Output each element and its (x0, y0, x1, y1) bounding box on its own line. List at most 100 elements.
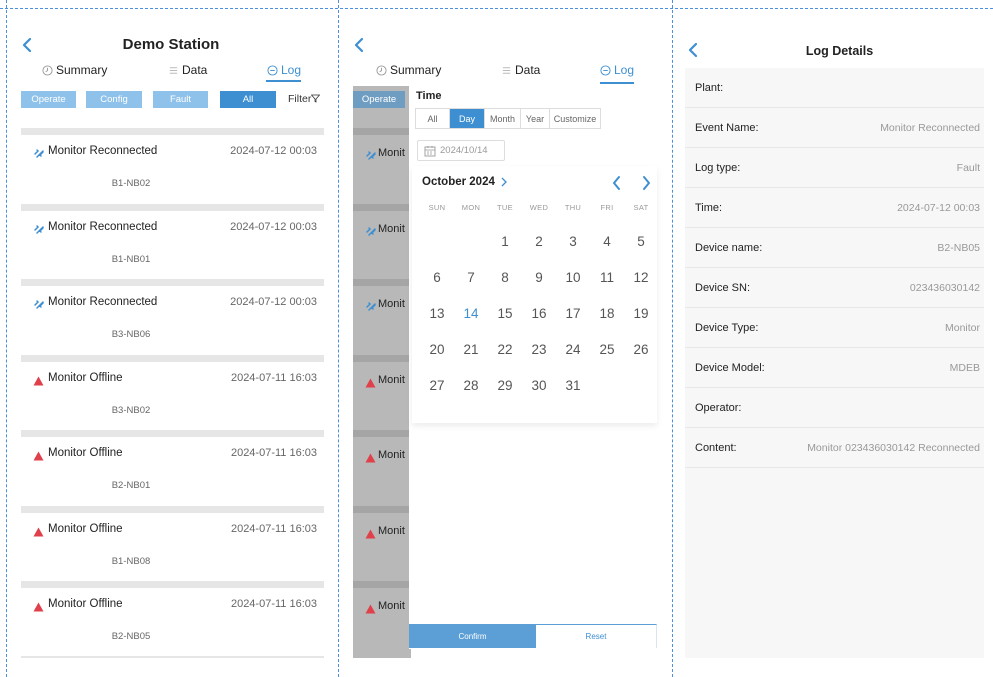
log-item[interactable]: Monitor Offline 2024-07-11 16:03 B2-NB05 (21, 588, 324, 656)
log-item[interactable]: Monitor Offline 2024-07-11 16:03 B3-NB02 (21, 362, 324, 430)
log-event-name: Monitor Offline (48, 598, 123, 610)
calendar-day[interactable]: 16 (524, 306, 554, 321)
row-separator (21, 430, 324, 437)
calendar-day[interactable]: 4 (592, 234, 622, 249)
detail-value: 023436030142 (909, 282, 980, 294)
confirm-button[interactable]: Confirm (409, 624, 536, 648)
filter-funnel-icon (310, 94, 321, 103)
filter-config-button[interactable]: Config (86, 91, 142, 108)
dimmed-log-name: Monit (378, 298, 405, 310)
calendar-day[interactable]: 6 (422, 270, 452, 285)
calendar-day[interactable]: 7 (456, 270, 486, 285)
calendar-day[interactable]: 17 (558, 306, 588, 321)
segment-all[interactable]: All (416, 109, 450, 128)
filter-fault-button[interactable]: Fault (153, 91, 208, 108)
calendar-day[interactable]: 13 (422, 306, 452, 321)
calendar-day[interactable]: 27 (422, 378, 452, 393)
filter-dropdown[interactable]: Filter (288, 93, 321, 105)
prev-month-chevron-icon[interactable] (611, 175, 625, 191)
row-separator (21, 355, 324, 362)
date-input[interactable]: 2024/10/14 (417, 140, 505, 161)
warning-triangle-icon (365, 375, 376, 393)
row-separator (353, 581, 411, 588)
filter-all-button[interactable]: All (220, 91, 276, 108)
calendar-day[interactable]: 8 (490, 270, 520, 285)
detail-row: Device Model: MDEB (685, 348, 984, 388)
calendar-day[interactable]: 20 (422, 342, 452, 357)
tab-data[interactable]: Data (501, 63, 540, 77)
log-event-name: Monitor Offline (48, 447, 123, 459)
detail-key: Device Model: (695, 362, 765, 374)
segment-day[interactable]: Day (450, 109, 485, 128)
back-chevron-icon[interactable] (353, 37, 367, 55)
calendar-day[interactable]: 25 (592, 342, 622, 357)
calendar-day[interactable]: 11 (592, 270, 622, 285)
tab-summary[interactable]: Summary (376, 63, 441, 77)
calendar-picker: October 2024 SUN MON TUE WED THU FRI SAT 1 2 3 4 5 6… (412, 166, 657, 423)
tab-data[interactable]: Data (168, 63, 207, 77)
calendar-day[interactable]: 5 (626, 234, 656, 249)
filter-operate-button[interactable]: Operate (21, 91, 76, 108)
detail-key: Device SN: (695, 282, 751, 294)
detail-value: Monitor (944, 322, 980, 334)
calendar-day[interactable]: 19 (626, 306, 656, 321)
segment-month[interactable]: Month (485, 109, 521, 128)
calendar-day-selected[interactable]: 14 (456, 306, 486, 321)
detail-value: Monitor Reconnected (880, 122, 980, 134)
log-item[interactable]: Monitor Reconnected 2024-07-12 00:03 B1-NB… (21, 135, 324, 203)
calendar-day[interactable]: 30 (524, 378, 554, 393)
dimmed-log-item: Monit (353, 135, 411, 209)
reset-button[interactable]: Reset (536, 624, 657, 648)
log-event-name: Monitor Offline (48, 372, 123, 384)
calendar-day[interactable]: 18 (592, 306, 622, 321)
tab-log-label: Log (281, 63, 302, 77)
calendar-day[interactable]: 29 (490, 378, 520, 393)
detail-value: MDEB (949, 362, 980, 374)
tab-log[interactable]: Log (267, 63, 301, 77)
calendar-day[interactable]: 1 (490, 234, 520, 249)
calendar-day[interactable]: 23 (524, 342, 554, 357)
calendar-day[interactable]: 28 (456, 378, 486, 393)
log-item[interactable]: Monitor Offline 2024-07-11 16:03 B2-NB01 (21, 437, 324, 505)
weekday-label: THU (564, 203, 582, 212)
segment-customize[interactable]: Customize (550, 109, 600, 128)
time-range-segmented-control: All Day Month Year Customize (415, 108, 601, 129)
calendar-day[interactable]: 9 (524, 270, 554, 285)
next-month-chevron-icon[interactable] (640, 175, 654, 191)
calendar-day[interactable]: 2 (524, 234, 554, 249)
calendar-day[interactable]: 10 (558, 270, 588, 285)
calendar-icon (424, 146, 436, 157)
calendar-day[interactable]: 15 (490, 306, 520, 321)
dimmed-log-item: Monit (353, 362, 411, 436)
log-item[interactable]: Monitor Reconnected 2024-07-12 00:03 B3-NB… (21, 286, 324, 354)
log-event-name: Monitor Reconnected (48, 145, 158, 157)
weekday-label: SAT (633, 203, 649, 212)
row-separator (353, 204, 411, 211)
calendar-day[interactable]: 12 (626, 270, 656, 285)
calendar-day[interactable]: 21 (456, 342, 486, 357)
row-separator (21, 128, 324, 135)
tab-data-label: Data (182, 63, 208, 77)
reconnect-icon (33, 146, 45, 158)
log-item[interactable]: Monitor Offline 2024-07-11 16:03 B1-NB08 (21, 513, 324, 581)
calendar-day[interactable]: 26 (626, 342, 656, 357)
dimmed-log-name: Monit (378, 147, 405, 159)
detail-row: Log type: Fault (685, 148, 984, 188)
calendar-day[interactable]: 3 (558, 234, 588, 249)
weekday-label: SUN (428, 203, 446, 212)
dimmed-log-item: Monit (353, 286, 411, 360)
log-time: 2024-07-12 00:03 (230, 221, 317, 233)
log-item[interactable]: Monitor Reconnected 2024-07-12 00:03 B1-NB… (21, 211, 324, 279)
reconnect-icon (365, 224, 377, 242)
detail-value: 2024-07-12 00:03 (897, 202, 980, 214)
warning-triangle-icon (33, 599, 45, 612)
calendar-day[interactable]: 31 (558, 378, 588, 393)
segment-year[interactable]: Year (521, 109, 550, 128)
filter-drawer: Time All Day Month Year Customize 2024/10/14… (409, 86, 657, 649)
month-title-button[interactable]: October 2024 (422, 176, 507, 188)
tab-log[interactable]: Log (600, 63, 634, 77)
tab-summary[interactable]: Summary (42, 63, 107, 77)
detail-key: Log type: (695, 162, 741, 174)
calendar-day[interactable]: 24 (558, 342, 588, 357)
calendar-day[interactable]: 22 (490, 342, 520, 357)
